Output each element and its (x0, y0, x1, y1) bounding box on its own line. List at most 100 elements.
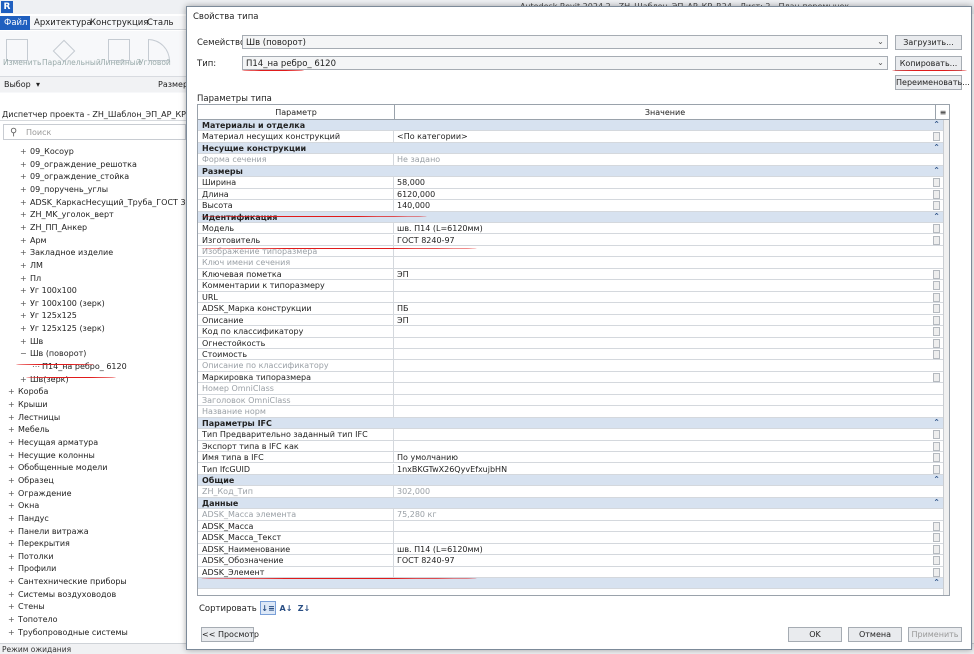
expand-icon[interactable]: + (20, 261, 30, 270)
family-combobox[interactable]: Шв (поворот) ⌄ (242, 35, 888, 49)
associate-parameter-button[interactable] (933, 544, 940, 554)
tree-item[interactable]: + Несущая арматура (8, 438, 98, 450)
expand-icon[interactable]: + (8, 463, 18, 472)
parameter-row[interactable]: Тип Предварительно заданный тип IFC (198, 429, 943, 441)
tree-item[interactable]: + Шв (20, 337, 43, 349)
chevron-down-icon[interactable]: ⌄ (876, 37, 885, 47)
expand-icon[interactable]: + (8, 387, 18, 396)
tree-item[interactable]: + Короба (8, 387, 48, 399)
parameter-value[interactable]: ПБ (397, 304, 409, 313)
associate-parameter-button[interactable] (933, 189, 940, 199)
parameter-row[interactable]: Ширина 58,000 (198, 177, 943, 189)
expand-icon[interactable]: + (8, 615, 18, 624)
parameter-value[interactable]: 58,000 (397, 178, 425, 187)
collapse-group-icon[interactable]: ⌃ (933, 498, 940, 507)
tree-item[interactable]: + Перекрытия (8, 539, 70, 551)
expand-icon[interactable]: + (20, 274, 30, 283)
associate-parameter-button[interactable] (933, 269, 940, 279)
collapse-icon[interactable]: − (20, 349, 30, 358)
tree-item[interactable]: + Окна (8, 501, 39, 513)
expand-icon[interactable]: + (20, 337, 30, 346)
collapse-group-icon[interactable]: ⌃ (933, 143, 940, 152)
tree-item[interactable]: + Потолки (8, 552, 54, 564)
expand-icon[interactable]: + (20, 324, 30, 333)
associate-parameter-button[interactable] (933, 304, 940, 314)
rename-button[interactable]: Переименовать... (895, 75, 970, 90)
expand-icon[interactable]: + (20, 236, 30, 245)
tree-item[interactable]: +09_поручень_углы (20, 185, 108, 197)
parameter-row[interactable]: Код по классификатору (198, 326, 943, 338)
expand-icon[interactable]: + (8, 527, 18, 536)
expand-icon[interactable]: + (20, 311, 30, 320)
sort-descending-icon[interactable]: Z↓ (296, 601, 312, 615)
expand-icon[interactable]: + (8, 577, 18, 586)
parameter-row[interactable]: Стоимость (198, 349, 943, 361)
expand-icon[interactable]: + (8, 628, 18, 637)
chevron-down-icon[interactable]: ▾ (36, 80, 40, 89)
group-header-row[interactable]: Несущие конструкции ⌃ (198, 142, 943, 155)
expand-icon[interactable]: + (8, 400, 18, 409)
parameter-row[interactable]: Описание по классификатору (198, 360, 943, 372)
tree-item[interactable]: + Стены (8, 602, 45, 614)
parameter-row[interactable]: Изготовитель ГОСТ 8240-97 (198, 234, 943, 246)
group-header-row[interactable]: Идентификация ⌃ (198, 211, 943, 224)
parameter-value[interactable]: ЭП (397, 316, 409, 325)
expand-icon[interactable]: + (8, 413, 18, 422)
collapse-group-icon[interactable]: ⌃ (933, 212, 940, 221)
expand-icon[interactable]: + (20, 223, 30, 232)
parameter-row[interactable]: Комментарии к типоразмеру (198, 280, 943, 292)
tree-item[interactable]: +09_Косоур (20, 147, 74, 159)
tree-item[interactable]: +ADSK_КаркасНесущий_Труба_ГОСТ 30245-20 (20, 198, 190, 210)
tree-item[interactable]: + Сантехнические приборы (8, 577, 127, 589)
parameter-value[interactable]: 1nxBKGTwX26QyvEfxujbHN (397, 465, 507, 474)
parameter-value[interactable]: ГОСТ 8240-97 (397, 556, 455, 565)
parameter-row[interactable]: ADSK_Наименование шв. П14 (L=6120мм) (198, 543, 943, 556)
expand-icon[interactable]: + (20, 172, 30, 181)
parameter-value[interactable]: <По категории> (397, 132, 468, 141)
associate-parameter-button[interactable] (933, 441, 940, 451)
tree-item[interactable]: + ZH_MK_уголок_верт (20, 210, 114, 222)
expand-icon[interactable]: + (20, 248, 30, 257)
expand-icon[interactable]: + (20, 210, 30, 219)
associate-parameter-button[interactable] (933, 430, 940, 440)
tree-item[interactable]: + Лестницы (8, 413, 60, 425)
tab-architecture[interactable]: Архитектура (34, 18, 92, 28)
tree-item[interactable]: + Крыши (8, 400, 48, 412)
parameter-value[interactable]: 140,000 (397, 201, 430, 210)
type-combobox[interactable]: П14_на ребро_ 6120 ⌄ (242, 56, 888, 70)
tree-item[interactable]: + Мебель (8, 425, 50, 437)
parameter-row[interactable]: Материал несущих конструкций <По категори… (198, 131, 943, 143)
group-header-row[interactable]: Размеры ⌃ (198, 165, 943, 178)
collapse-group-icon[interactable]: ⌃ (933, 475, 940, 484)
expand-icon[interactable]: + (8, 501, 18, 510)
expand-icon[interactable]: + (20, 375, 30, 384)
expand-icon[interactable]: + (8, 451, 18, 460)
expand-icon[interactable]: + (8, 476, 18, 485)
associate-parameter-button[interactable] (933, 178, 940, 188)
collapse-group-icon[interactable]: ⌃ (933, 578, 940, 587)
select-dropdown[interactable]: Выбор (4, 80, 31, 89)
parameter-row[interactable]: Название норм (198, 406, 943, 418)
associate-parameter-button[interactable] (933, 372, 940, 382)
ok-button[interactable]: OK (788, 627, 842, 642)
tab-steel[interactable]: Сталь (147, 18, 174, 28)
associate-parameter-button[interactable] (933, 201, 940, 211)
associate-parameter-button[interactable] (933, 464, 940, 474)
copy-button[interactable]: Копировать... (895, 56, 962, 71)
tree-item[interactable]: + Закладное изделие (20, 248, 113, 260)
parameter-row[interactable]: Тип IfcGUID 1nxBKGTwX26QyvEfxujbHN (198, 463, 943, 475)
parameter-value[interactable]: По умолчанию (397, 453, 458, 462)
expand-icon[interactable]: + (8, 590, 18, 599)
associate-parameter-button[interactable] (933, 533, 940, 543)
associate-parameter-button[interactable] (933, 350, 940, 359)
associate-parameter-button[interactable] (933, 315, 940, 325)
tree-item[interactable]: + Уг 100х100 (20, 286, 77, 298)
parameter-row[interactable]: Маркировка типоразмера (198, 371, 943, 384)
revit-logo-icon[interactable]: R (1, 1, 13, 13)
parameter-value[interactable]: ЭП (397, 270, 409, 279)
associate-parameter-button[interactable] (933, 292, 940, 302)
tree-item[interactable]: + Уг 100х100 (зерк) (20, 299, 105, 311)
collapse-group-icon[interactable]: ⌃ (933, 166, 940, 175)
tree-item[interactable]: + Топотело (8, 615, 58, 627)
associate-parameter-button[interactable] (933, 556, 940, 566)
